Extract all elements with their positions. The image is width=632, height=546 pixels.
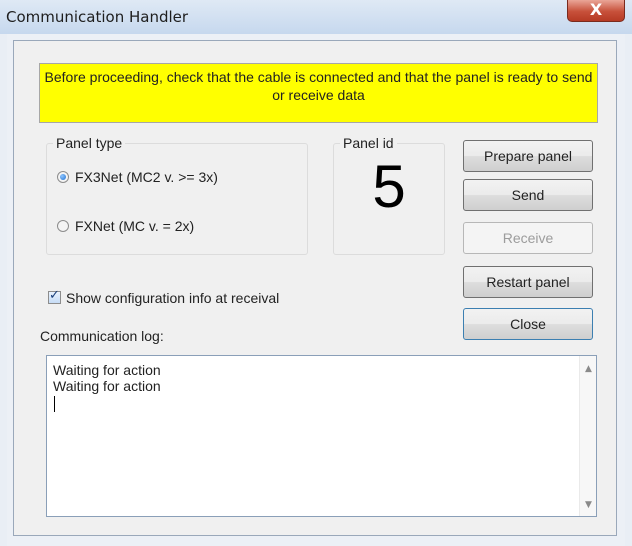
close-window-button[interactable]: X [567, 0, 625, 22]
panel-type-group [46, 143, 308, 255]
log-text: Waiting for action Waiting for action [53, 362, 161, 394]
log-scrollbar[interactable]: ▲ ▼ [579, 356, 596, 516]
text-caret [54, 396, 55, 412]
warning-banner: Before proceeding, check that the cable … [39, 63, 598, 123]
close-icon: X [589, 0, 603, 19]
restart-panel-button[interactable]: Restart panel [463, 266, 593, 298]
radio-unselected-icon [57, 220, 69, 232]
radio-fxnet-label: FXNet (MC v. = 2x) [75, 218, 195, 234]
panel-id-label: Panel id [340, 135, 397, 151]
check-mark-icon: ✓ [49, 288, 60, 303]
scroll-down-icon[interactable]: ▼ [580, 500, 597, 510]
communication-log-textarea[interactable]: Waiting for action Waiting for action ▲ … [46, 355, 597, 517]
communication-log-label: Communication log: [40, 328, 164, 344]
title-bar[interactable]: Communication Handler X [0, 0, 632, 34]
close-button[interactable]: Close [463, 308, 593, 340]
radio-fx3net-label: FX3Net (MC2 v. >= 3x) [75, 169, 218, 185]
radio-selected-icon [57, 171, 69, 183]
receive-button[interactable]: Receive [463, 222, 593, 254]
panel-id-value: 5 [372, 153, 406, 220]
scroll-up-icon[interactable]: ▲ [580, 364, 597, 374]
panel-type-label: Panel type [53, 135, 126, 151]
show-config-label: Show configuration info at receival [66, 290, 280, 306]
send-button[interactable]: Send [463, 179, 593, 211]
window-title: Communication Handler [6, 8, 189, 26]
prepare-panel-button[interactable]: Prepare panel [463, 140, 593, 172]
dialog-window: Communication Handler X Before proceedin… [0, 0, 632, 546]
show-config-checkbox[interactable]: ✓ [48, 288, 61, 304]
